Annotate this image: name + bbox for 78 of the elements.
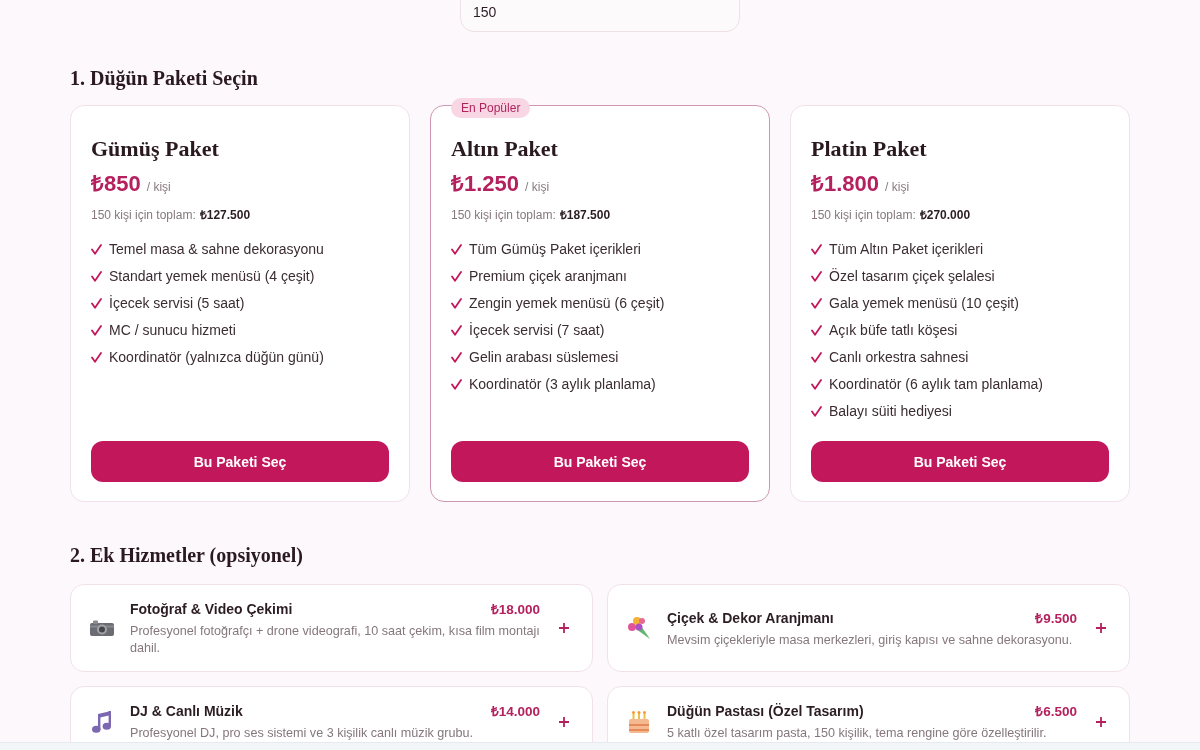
service-description: 5 katlı özel tasarım pasta, 150 kişilik, tema rengine göre özelleştirilir. (667, 725, 1048, 742)
service-price: ₺18.000 (490, 601, 540, 619)
package-price: ₺850 (91, 170, 141, 198)
check-icon (451, 324, 462, 336)
check-icon (451, 351, 462, 363)
feature-text: Açık büfe tatlı köşesi (829, 321, 958, 340)
price-unit: / kişi (525, 180, 550, 194)
total-label: 150 kişi için toplam: (811, 207, 916, 224)
feature-text: Gala yemek menüsü (10 çeşit) (829, 294, 1019, 313)
feature-text: MC / sunucu hizmeti (109, 321, 236, 340)
check-icon (811, 270, 822, 282)
check-icon (451, 270, 462, 282)
service-description: Mevsim çiçekleriyle masa merkezleri, giriş kapısı ve sahne dekorasyonu. (667, 631, 1074, 649)
package-price: ₺1.800 (811, 170, 880, 198)
select-package-button[interactable]: Bu Paketi Seç (91, 441, 389, 482)
input-field[interactable]: 150 (460, 0, 740, 32)
select-package-button[interactable]: Bu Paketi Seç (811, 441, 1109, 482)
check-icon (91, 270, 102, 282)
package-title: Gümüş Paket (91, 135, 220, 163)
section-heading: 1. Düğün Paketi Seçin (70, 66, 259, 90)
total-label: 150 kişi için toplam: (91, 207, 196, 224)
feature-text: Koordinatör (6 aylık tam planlama) (829, 375, 1043, 394)
feature-text: Premium çiçek aranjmanı (469, 267, 627, 286)
feature-text: Özel tasarım çiçek şelalesi (829, 267, 995, 286)
check-icon (451, 297, 462, 309)
check-icon (811, 324, 822, 336)
plus-icon (559, 623, 569, 633)
cake-icon (628, 710, 650, 733)
service-title: DJ & Canlı Müzik (130, 702, 243, 721)
feature-text: Koordinatör (3 aylık planlama) (469, 375, 656, 394)
section-heading: 2. Ek Hizmetler (opsiyonel) (70, 543, 304, 567)
feature-text: Temel masa & sahne dekorasyonu (109, 240, 324, 259)
check-icon (91, 324, 102, 336)
camera-icon (90, 620, 114, 636)
feature-text: Balayı süiti hediyesi (829, 402, 952, 421)
total-amount: ₺127.500 (199, 207, 251, 224)
popular-badge: En Popüler (451, 98, 531, 118)
package-price: ₺1.250 (451, 170, 520, 198)
check-icon (811, 405, 822, 417)
service-description: Profesyonel DJ, pro ses sistemi ve 3 kişilik canlı müzik grubu. (130, 725, 474, 742)
price-unit: / kişi (146, 180, 171, 194)
plus-icon (1096, 716, 1106, 727)
check-icon (451, 378, 462, 390)
music-notes-icon (92, 710, 112, 733)
service-price: ₺6.500 (1035, 703, 1077, 721)
feature-text: Gelin arabası süslemesi (469, 348, 619, 367)
feature-text: Canlı orkestra sahnesi (829, 348, 969, 367)
plus-icon (559, 716, 569, 727)
feature-text: Tüm Gümüş Paket içerikleri (469, 240, 641, 259)
select-package-button[interactable]: Bu Paketi Seç (451, 441, 749, 482)
check-icon (91, 243, 102, 255)
service-title: Düğün Pastası (Özel Tasarım) (667, 702, 864, 721)
service-description: Profesyonel fotoğrafçı + drone videografi, 10 saat çekim, kısa film montajı dahil. (130, 623, 540, 657)
service-title: Fotoğraf & Video Çekimi (130, 600, 293, 619)
package-title: Platin Paket (811, 135, 928, 163)
feature-text: İçecek servisi (5 saat) (109, 294, 245, 313)
check-icon (811, 378, 822, 390)
total-label: 150 kişi için toplam: (451, 207, 556, 224)
service-title: Çiçek & Dekor Aranjmanı (667, 608, 834, 628)
check-icon (451, 243, 462, 255)
check-icon (91, 297, 102, 309)
total-amount: ₺270.000 (919, 207, 971, 224)
feature-text: Koordinatör (yalnızca düğün günü) (109, 348, 324, 367)
plus-icon (1096, 623, 1106, 633)
service-price: ₺14.000 (490, 703, 540, 721)
check-icon (811, 243, 822, 255)
check-icon (811, 297, 822, 309)
check-icon (91, 351, 102, 363)
bouquet-icon (627, 616, 651, 640)
check-icon (811, 351, 822, 363)
service-price: ₺9.500 (1035, 609, 1077, 628)
feature-text: Zengin yemek menüsü (6 çeşit) (469, 294, 665, 313)
total-amount: ₺187.500 (559, 207, 611, 224)
feature-text: Standart yemek menüsü (4 çeşit) (109, 267, 315, 286)
feature-text: İçecek servisi (7 saat) (469, 321, 605, 340)
price-unit: / kişi (885, 180, 910, 194)
feature-text: Tüm Altın Paket içerikleri (829, 240, 984, 259)
package-title: Altın Paket (451, 135, 559, 163)
